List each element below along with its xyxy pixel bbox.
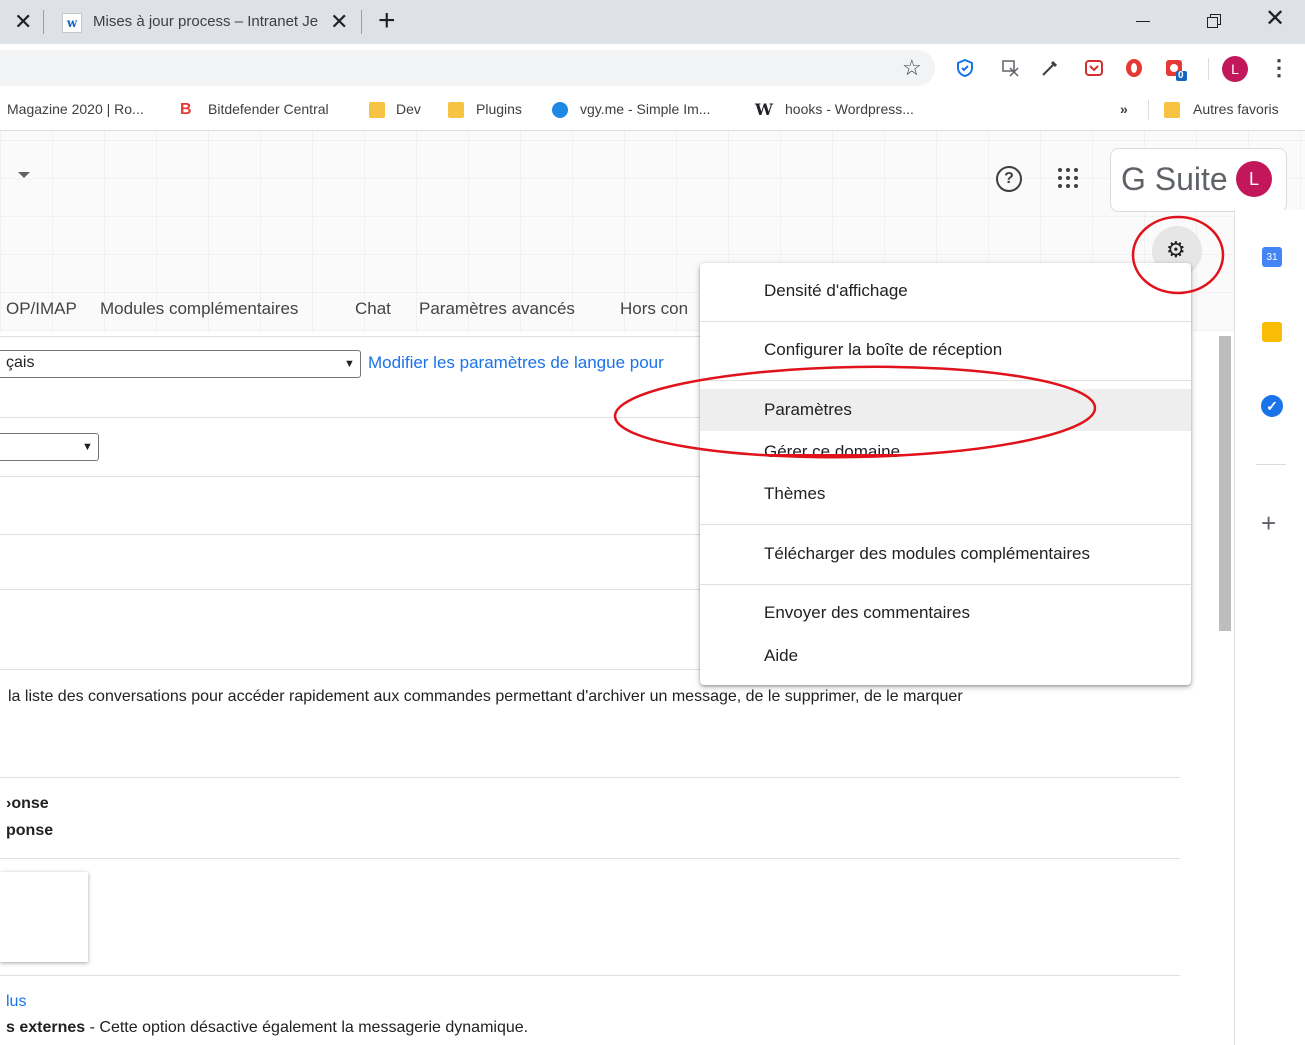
chevron-down-icon[interactable] (18, 172, 30, 178)
bookmark-magazine[interactable]: Magazine 2020 | Ro... (7, 101, 144, 117)
vgy-upload-icon (552, 102, 568, 118)
scrollbar-thumb[interactable] (1219, 336, 1231, 631)
extension-badge-count: 0 (1178, 70, 1184, 81)
external-content-option: s externes - Cette option désactive égal… (6, 1019, 528, 1037)
new-tab-button[interactable]: + (378, 4, 396, 38)
signature-box[interactable] (0, 872, 88, 962)
bookmark-other-favorites[interactable]: Autres favoris (1193, 101, 1279, 117)
profile-avatar[interactable]: L (1222, 56, 1248, 82)
menu-item-help[interactable]: Aide (764, 646, 798, 666)
minimize-window-button[interactable] (1120, 0, 1166, 40)
active-tab-title: Mises à jour process – Intranet Je (93, 13, 319, 30)
select-arrow-icon: ▼ (344, 358, 355, 370)
language-select[interactable] (0, 350, 361, 378)
browser-menu-icon[interactable]: ⋮ (1268, 54, 1290, 84)
reply-option-2: ponse (6, 822, 54, 839)
language-select-value: çais (6, 354, 35, 371)
add-addon-icon[interactable]: + (1261, 510, 1276, 536)
address-bar[interactable] (0, 50, 935, 86)
menu-item-send-feedback[interactable]: Envoyer des commentaires (764, 603, 970, 623)
tab-chat[interactable]: Chat (355, 299, 391, 319)
account-avatar[interactable]: L (1236, 161, 1272, 197)
bookmark-plugins[interactable]: Plugins (476, 101, 522, 117)
menu-item-display-density[interactable]: Densité d'affichage (764, 281, 908, 301)
external-content-bold: s externes (6, 1019, 86, 1036)
gsuite-logo: G Suite (1121, 161, 1228, 197)
bookmark-hooks[interactable]: hooks - Wordpress... (785, 101, 914, 117)
apps-grid-icon[interactable] (1056, 166, 1080, 190)
bookmark-vgy[interactable]: vgy.me - Simple Im... (580, 101, 710, 117)
folder-icon (1164, 102, 1180, 118)
menu-item-manage-domain[interactable]: Gérer ce domaine (764, 442, 900, 462)
divider (0, 858, 1180, 859)
active-tab-close-icon[interactable]: ✕ (330, 8, 348, 36)
eyedropper-icon[interactable] (1040, 58, 1060, 78)
external-content-text: - Cette option désactive également la me… (85, 1019, 529, 1036)
bookmark-bitdefender[interactable]: Bitdefender Central (208, 101, 329, 117)
help-icon[interactable]: ? (996, 166, 1022, 192)
menu-item-settings[interactable]: Paramètres (764, 400, 852, 420)
shield-check-icon[interactable] (955, 58, 975, 78)
tab-separator (43, 10, 44, 34)
menu-item-get-addons[interactable]: Télécharger des modules complémentaires (764, 544, 1090, 564)
side-panel-divider (1256, 464, 1286, 465)
divider (0, 975, 1180, 976)
bitdefender-icon: B (180, 101, 192, 118)
restore-window-button[interactable] (1190, 0, 1236, 40)
tab-advanced[interactable]: Paramètres avancés (419, 299, 575, 319)
menu-separator (700, 524, 1191, 525)
tab-favicon-icon: w (62, 13, 82, 33)
tab-separator (361, 10, 362, 34)
calendar-icon[interactable]: 31 (1262, 247, 1282, 267)
menu-separator (700, 380, 1191, 381)
tasks-icon[interactable]: ✓ (1261, 395, 1283, 417)
bookmark-separator (1148, 100, 1149, 120)
language-settings-link[interactable]: Modifier les paramètres de langue pour (368, 353, 664, 373)
menu-separator (700, 321, 1191, 322)
opera-icon[interactable] (1124, 58, 1144, 78)
bookmark-star-icon[interactable]: ☆ (902, 56, 922, 80)
divider (0, 777, 1180, 778)
wordpress-w-icon: W (755, 100, 773, 119)
toolbar-separator (1208, 58, 1209, 80)
gear-icon: ⚙ (1166, 237, 1186, 262)
learn-more-link[interactable]: lus (6, 993, 26, 1011)
folder-icon (369, 102, 385, 118)
keep-icon[interactable] (1262, 322, 1282, 342)
hover-actions-description: la liste des conversations pour accéder … (8, 688, 963, 705)
previous-tab-close-icon[interactable]: ✕ (14, 8, 32, 36)
menu-item-configure-inbox[interactable]: Configurer la boîte de réception (764, 340, 1002, 360)
tab-offline[interactable]: Hors con (620, 299, 688, 319)
tab-pop-imap[interactable]: OP/IMAP (6, 299, 77, 319)
pocket-icon[interactable] (1084, 58, 1104, 78)
translate-icon[interactable] (1001, 58, 1021, 78)
folder-icon (448, 102, 464, 118)
close-window-button[interactable]: ✕ (1255, 4, 1295, 38)
select-arrow-icon: ▼ (82, 441, 93, 453)
reply-option-1: ›onse (6, 795, 49, 812)
menu-separator (700, 584, 1191, 585)
bookmark-dev[interactable]: Dev (396, 101, 421, 117)
bookmarks-overflow-button[interactable]: » (1120, 101, 1128, 117)
tab-addons[interactable]: Modules complémentaires (100, 299, 298, 319)
menu-item-themes[interactable]: Thèmes (764, 484, 825, 504)
